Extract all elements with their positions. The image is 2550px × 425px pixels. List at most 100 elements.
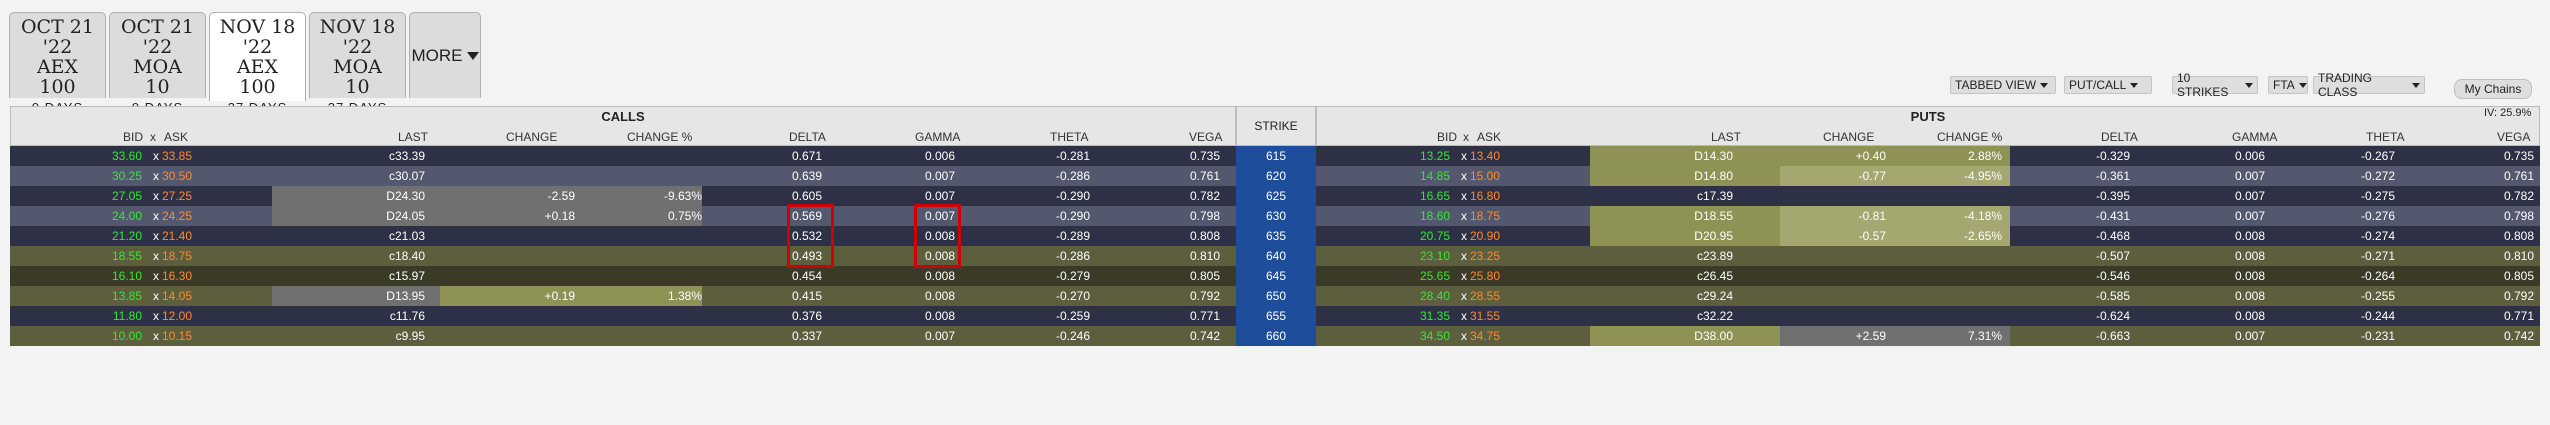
strike-cell[interactable]: 615 bbox=[1236, 146, 1316, 166]
call-vega-cell: 0.808 bbox=[1189, 229, 1220, 243]
call-x-cell: x bbox=[153, 309, 159, 323]
call-theta-cell: -0.290 bbox=[1055, 189, 1090, 203]
put-ask-cell[interactable]: 31.55 bbox=[1470, 306, 1510, 326]
call-ask-cell[interactable]: 16.30 bbox=[162, 266, 202, 286]
tab-expiry-1[interactable]: OCT 21 '22 MOA 10 9 DAYS bbox=[109, 12, 206, 115]
more-tabs-button[interactable]: MORE bbox=[409, 12, 481, 98]
put-call-dropdown[interactable]: PUT/CALL bbox=[2064, 76, 2152, 94]
call-ask-cell[interactable]: 24.25 bbox=[162, 206, 202, 226]
tab-expiry-3[interactable]: NOV 18 '22 MOA 10 37 DAYS bbox=[309, 12, 406, 115]
table-row[interactable]: 11.80 x 12.00 c11.76 0.376 0.008 -0.259 0.771 31… bbox=[10, 306, 2540, 326]
call-chgp-cell bbox=[610, 166, 702, 186]
put-delta-cell: -0.468 bbox=[2095, 229, 2130, 243]
put-ask-cell[interactable]: 20.90 bbox=[1470, 226, 1510, 246]
fta-dropdown[interactable]: FTA bbox=[2268, 76, 2308, 94]
call-ask-cell[interactable]: 18.75 bbox=[162, 246, 202, 266]
strike-cell[interactable]: 655 bbox=[1236, 306, 1316, 326]
call-bid-cell[interactable]: 18.55 bbox=[10, 246, 142, 266]
tab-expiry-0[interactable]: OCT 21 '22 AEX 100 9 DAYS bbox=[9, 12, 106, 115]
call-ask-cell[interactable]: 14.05 bbox=[162, 286, 202, 306]
call-gamma-cell: 0.008 bbox=[924, 309, 955, 323]
strikes-dropdown[interactable]: 10 STRIKES bbox=[2172, 71, 2258, 99]
call-ask-cell[interactable]: 33.85 bbox=[162, 146, 202, 166]
put-chgp-cell: -2.65% bbox=[1963, 229, 2002, 243]
call-chgp-cell bbox=[610, 146, 702, 166]
put-bid-cell[interactable]: 14.85 bbox=[1316, 166, 1450, 186]
call-theta-cell: -0.286 bbox=[1055, 169, 1090, 183]
put-bid-cell[interactable]: 13.25 bbox=[1316, 146, 1450, 166]
trading-class-dropdown[interactable]: TRADING CLASS bbox=[2313, 71, 2425, 99]
put-bid-cell[interactable]: 31.35 bbox=[1316, 306, 1450, 326]
strike-cell[interactable]: 650 bbox=[1236, 286, 1316, 306]
put-ask-cell[interactable]: 34.75 bbox=[1470, 326, 1510, 346]
tab-root: AEX bbox=[236, 56, 279, 78]
put-last-cell: c23.89 bbox=[1696, 249, 1733, 263]
put-ask-cell[interactable]: 18.75 bbox=[1470, 206, 1510, 226]
put-bid-cell[interactable]: 25.65 bbox=[1316, 266, 1450, 286]
col-delta: DELTA bbox=[789, 130, 826, 144]
call-bid-cell[interactable]: 11.80 bbox=[10, 306, 142, 326]
strike-cell[interactable]: 660 bbox=[1236, 326, 1316, 346]
put-ask-cell[interactable]: 16.80 bbox=[1470, 186, 1510, 206]
call-bid-cell[interactable]: 33.60 bbox=[10, 146, 142, 166]
call-chg-cell bbox=[450, 226, 575, 246]
put-bid-cell[interactable]: 18.60 bbox=[1316, 206, 1450, 226]
tabbed-view-dropdown[interactable]: TABBED VIEW bbox=[1950, 76, 2056, 94]
put-vega-cell: 0.798 bbox=[2503, 209, 2534, 223]
strike-cell[interactable]: 630 bbox=[1236, 206, 1316, 226]
call-vega-cell: 0.805 bbox=[1189, 269, 1220, 283]
call-delta-cell: 0.454 bbox=[791, 269, 822, 283]
call-ask-cell[interactable]: 12.00 bbox=[162, 306, 202, 326]
put-bid-cell[interactable]: 23.10 bbox=[1316, 246, 1450, 266]
puts-title: PUTS bbox=[1910, 109, 1946, 124]
strike-cell[interactable]: 625 bbox=[1236, 186, 1316, 206]
put-x-cell: x bbox=[1461, 309, 1467, 323]
strike-cell[interactable]: 645 bbox=[1236, 266, 1316, 286]
strike-cell[interactable]: 635 bbox=[1236, 226, 1316, 246]
call-ask-cell[interactable]: 10.15 bbox=[162, 326, 202, 346]
put-gamma-cell: 0.008 bbox=[2234, 229, 2265, 243]
table-row[interactable]: 24.00 x 24.25 D24.05 +0.18 0.75% 0.569 0.007 -0.… bbox=[10, 206, 2540, 226]
chevron-down-icon bbox=[2245, 82, 2253, 88]
table-row[interactable]: 16.10 x 16.30 c15.97 0.454 0.008 -0.279 0.805 25… bbox=[10, 266, 2540, 286]
call-chgp-cell: -9.63% bbox=[663, 189, 702, 203]
call-bid-cell[interactable]: 13.85 bbox=[10, 286, 142, 306]
table-row[interactable]: 10.00 x 10.15 c9.95 0.337 0.007 -0.246 0.742 34.… bbox=[10, 326, 2540, 346]
call-bid-cell[interactable]: 21.20 bbox=[10, 226, 142, 246]
put-gamma-cell: 0.007 bbox=[2234, 189, 2265, 203]
put-ask-cell[interactable]: 28.55 bbox=[1470, 286, 1510, 306]
put-ask-cell[interactable]: 15.00 bbox=[1470, 166, 1510, 186]
call-bid-cell[interactable]: 27.05 bbox=[10, 186, 142, 206]
call-bid-cell[interactable]: 24.00 bbox=[10, 206, 142, 226]
call-chgp-cell bbox=[610, 306, 702, 326]
put-vega-cell: 0.805 bbox=[2503, 269, 2534, 283]
call-ask-cell[interactable]: 21.40 bbox=[162, 226, 202, 246]
table-row[interactable]: 21.20 x 21.40 c21.03 0.532 0.008 -0.289 0.808 20… bbox=[10, 226, 2540, 246]
table-row[interactable]: 33.60 x 33.85 c33.39 0.671 0.006 -0.281 0.735 13… bbox=[10, 146, 2540, 166]
put-ask-cell[interactable]: 13.40 bbox=[1470, 146, 1510, 166]
call-bid-cell[interactable]: 30.25 bbox=[10, 166, 142, 186]
tab-expiry-2[interactable]: NOV 18 '22 AEX 100 37 DAYS bbox=[209, 12, 306, 115]
put-bid-cell[interactable]: 34.50 bbox=[1316, 326, 1450, 346]
call-bid-cell[interactable]: 10.00 bbox=[10, 326, 142, 346]
table-row[interactable]: 18.55 x 18.75 c18.40 0.493 0.008 -0.286 0.810 23… bbox=[10, 246, 2540, 266]
put-delta-cell: -0.663 bbox=[2095, 329, 2130, 343]
call-ask-cell[interactable]: 27.25 bbox=[162, 186, 202, 206]
put-bid-cell[interactable]: 16.65 bbox=[1316, 186, 1450, 206]
call-ask-cell[interactable]: 30.50 bbox=[162, 166, 202, 186]
table-row[interactable]: 30.25 x 30.50 c30.07 0.639 0.007 -0.286 0.761 14… bbox=[10, 166, 2540, 186]
put-ask-cell[interactable]: 23.25 bbox=[1470, 246, 1510, 266]
put-last-cell: c17.39 bbox=[1696, 189, 1733, 203]
table-row[interactable]: 13.85 x 14.05 D13.95 +0.19 1.38% 0.415 0.008 -0.… bbox=[10, 286, 2540, 306]
tab-date: OCT 21 '22 bbox=[20, 16, 94, 58]
call-bid-cell[interactable]: 16.10 bbox=[10, 266, 142, 286]
put-bid-cell[interactable]: 20.75 bbox=[1316, 226, 1450, 246]
strike-cell[interactable]: 620 bbox=[1236, 166, 1316, 186]
col-bid: BID bbox=[1437, 130, 1458, 144]
strike-cell[interactable]: 640 bbox=[1236, 246, 1316, 266]
put-ask-cell[interactable]: 25.80 bbox=[1470, 266, 1510, 286]
put-x-cell: x bbox=[1461, 229, 1467, 243]
my-chains-button[interactable]: My Chains bbox=[2454, 79, 2532, 99]
put-bid-cell[interactable]: 28.40 bbox=[1316, 286, 1450, 306]
table-row[interactable]: 27.05 x 27.25 D24.30 -2.59 -9.63% 0.605 0.007 -0… bbox=[10, 186, 2540, 206]
